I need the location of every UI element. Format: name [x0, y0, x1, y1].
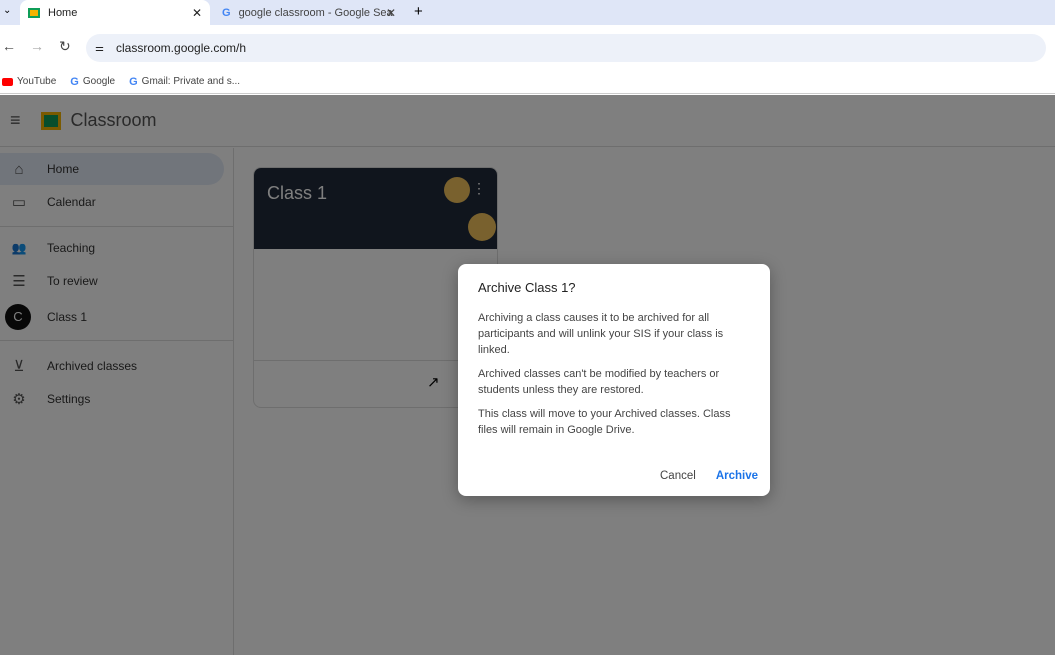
tab-bar: ⌄ Home ✕ G google classroom - Google Sea… — [0, 0, 1055, 25]
youtube-icon — [2, 77, 13, 86]
dialog-paragraph: This class will move to your Archived cl… — [478, 408, 731, 436]
toolbar: ← → ↻ ⚌ classroom.google.com/h — [0, 25, 1055, 70]
url-text: classroom.google.com/h — [116, 41, 247, 55]
new-tab-icon[interactable]: + — [414, 3, 423, 20]
forward-icon[interactable]: → — [30, 38, 44, 54]
close-tab-icon[interactable]: ✕ — [192, 6, 202, 20]
archive-dialog: Archive Class 1? Archiving a class cause… — [458, 264, 770, 496]
bookmark-google[interactable]: G Google — [70, 76, 115, 88]
tab-title: Home — [48, 6, 78, 19]
dialog-paragraph: Archiving a class causes it to be archiv… — [478, 312, 724, 356]
tab-title: google classroom - Google Sea — [238, 6, 393, 19]
cancel-button[interactable]: Cancel — [660, 470, 696, 482]
bookmark-label: Google — [82, 76, 116, 87]
tab-search[interactable]: G google classroom - Google Sea ✕ — [222, 0, 402, 25]
archive-button[interactable]: Archive — [716, 470, 758, 482]
google-icon: G — [129, 75, 138, 88]
address-bar[interactable]: ⚌ classroom.google.com/h — [86, 34, 1046, 62]
bookmark-label: Gmail: Private and s... — [141, 76, 241, 87]
bookmark-youtube[interactable]: YouTube — [2, 76, 56, 87]
close-tab-icon[interactable]: ✕ — [386, 6, 396, 20]
reload-icon[interactable]: ↻ — [59, 38, 71, 55]
tab-search-icon[interactable]: ⌄ — [3, 5, 11, 16]
dialog-paragraph: Archived classes can't be modified by te… — [478, 368, 720, 396]
google-favicon: G — [222, 6, 231, 19]
bookmark-gmail[interactable]: G Gmail: Private and s... — [129, 76, 240, 88]
dialog-title: Archive Class 1? — [478, 280, 576, 295]
bookmarks-bar: YouTube G Google G Gmail: Private and s... — [0, 70, 1055, 94]
google-icon: G — [70, 75, 79, 88]
classroom-favicon — [28, 7, 40, 18]
bookmark-label: YouTube — [17, 76, 57, 87]
back-icon[interactable]: ← — [2, 38, 16, 54]
site-info-icon[interactable]: ⚌ — [95, 43, 104, 54]
tab-home[interactable]: Home ✕ — [20, 0, 210, 25]
